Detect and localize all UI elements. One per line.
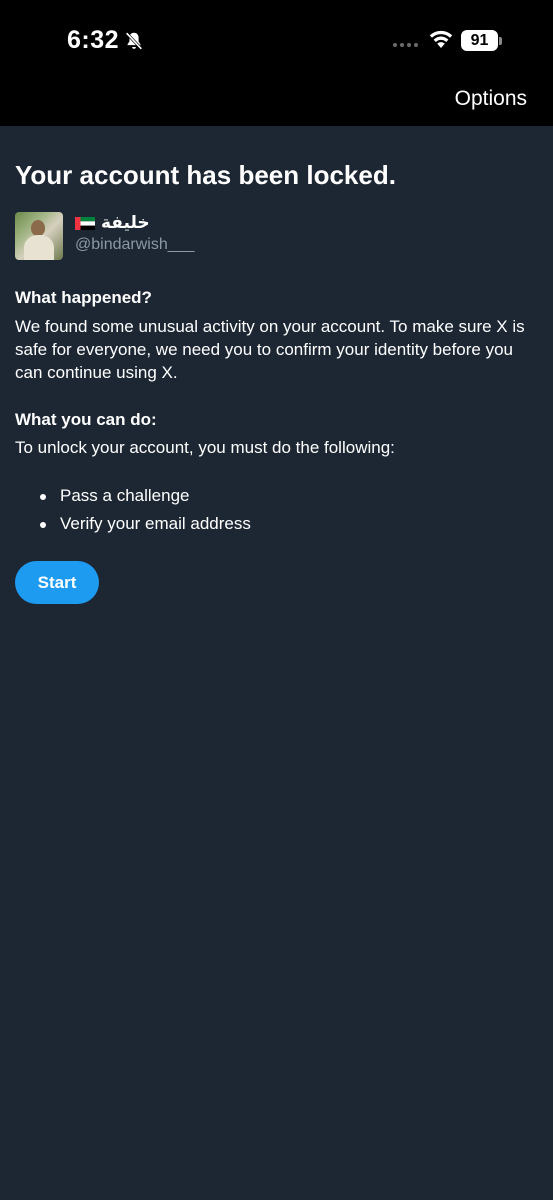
start-button[interactable]: Start: [15, 561, 99, 604]
clock-text: 6:32: [67, 26, 120, 54]
what-you-can-do-text: To unlock your account, you must do the …: [15, 438, 395, 457]
bell-slash-icon: [125, 31, 143, 50]
page-title: Your account has been locked.: [15, 160, 396, 190]
cellular-signal-icon: [393, 43, 418, 47]
battery-icon: 91: [461, 30, 498, 51]
main-content: Your account has been locked. خليفة @bin…: [15, 126, 538, 604]
wifi-icon: [429, 30, 453, 48]
options-button[interactable]: Options: [455, 87, 527, 111]
battery-cap: [499, 37, 502, 45]
status-bar: 6:32 91: [0, 0, 553, 78]
avatar: [15, 212, 63, 260]
what-happened-text: We found some unusual activity on your a…: [15, 317, 525, 382]
display-name: خليفة: [101, 213, 150, 232]
user-handle: @bindarwish___: [75, 236, 195, 253]
what-you-can-do-heading: What you can do:: [15, 410, 157, 429]
list-item: Verify your email address: [15, 510, 538, 538]
what-happened-heading: What happened?: [15, 288, 152, 307]
status-time: 6:32: [67, 26, 145, 55]
uae-flag-icon: [75, 216, 95, 230]
profile-card: خليفة @bindarwish___: [15, 212, 538, 260]
battery-level: 91: [470, 31, 489, 49]
list-item: Pass a challenge: [15, 482, 538, 510]
profile-names: خليفة @bindarwish___: [75, 212, 194, 256]
unlock-steps-list: Pass a challenge Verify your email addre…: [15, 482, 538, 538]
top-nav-bar: Options: [0, 78, 553, 126]
display-name-row: خليفة: [75, 212, 194, 234]
